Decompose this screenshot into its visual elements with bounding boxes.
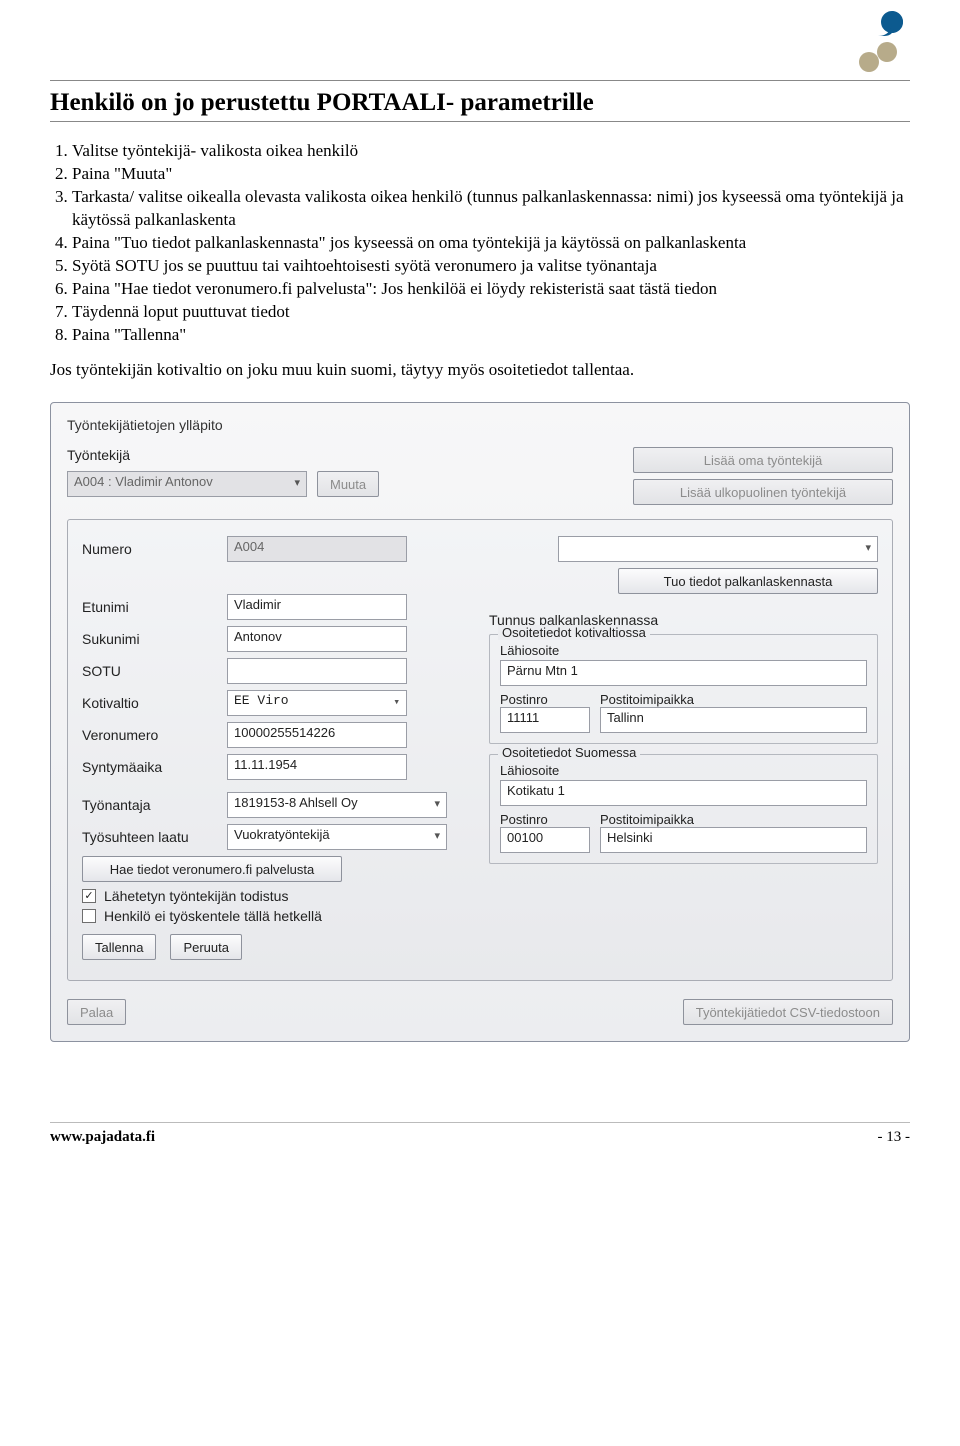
suomi-postinro-field[interactable]: 00100 bbox=[500, 827, 590, 853]
ei-tyoskentele-checkbox[interactable] bbox=[82, 909, 96, 923]
hae-verofi-button[interactable]: Hae tiedot veronumero.fi palvelusta bbox=[82, 856, 342, 882]
instruction-list: Valitse työntekijä- valikosta oikea henk… bbox=[50, 140, 910, 346]
label-tyontekija: Työntekijä bbox=[67, 447, 202, 463]
separator bbox=[50, 80, 910, 81]
step-item: Paina "Tallenna" bbox=[72, 324, 910, 347]
label-postitmp-suomi: Postitoimipaikka bbox=[600, 812, 867, 827]
koti-postinro-field[interactable]: 11111 bbox=[500, 707, 590, 733]
lahetetyn-todistus-checkbox[interactable] bbox=[82, 889, 96, 903]
label-veronumero: Veronumero bbox=[82, 727, 217, 743]
brand-logo bbox=[855, 10, 905, 81]
page-title: Henkilö on jo perustettu PORTAALI- param… bbox=[50, 89, 910, 117]
label-lahiosoite-suomi: Lähiosoite bbox=[500, 763, 867, 778]
sotu-field[interactable] bbox=[227, 658, 407, 684]
label-tyosuhteen-laatu: Työsuhteen laatu bbox=[82, 829, 217, 845]
label-tyonantaja: Työnantaja bbox=[82, 797, 217, 813]
tyonantaja-select[interactable]: 1819153-8 Ahlsell Oy bbox=[227, 792, 447, 818]
label-sotu: SOTU bbox=[82, 663, 217, 679]
muuta-button[interactable]: Muuta bbox=[317, 471, 379, 497]
step-item: Syötä SOTU jos se puuttuu tai vaihtoehto… bbox=[72, 255, 910, 278]
ei-tyoskentele-label: Henkilö ei työskentele tällä hetkellä bbox=[104, 908, 322, 924]
tyontekija-select[interactable]: A004 : Vladimir Antonov bbox=[67, 471, 307, 497]
step-item: Täydennä loput puuttuvat tiedot bbox=[72, 301, 910, 324]
label-postinro-koti: Postinro bbox=[500, 692, 590, 707]
footer-url: www.pajadata.fi bbox=[50, 1129, 155, 1146]
palaa-button[interactable]: Palaa bbox=[67, 999, 126, 1025]
palkanlask-henkilo-select[interactable] bbox=[558, 536, 878, 562]
label-numero: Numero bbox=[82, 541, 217, 557]
numero-field: A004 bbox=[227, 536, 407, 562]
form-panel: Numero A004 Etunimi Vladimir Sukunimi An… bbox=[67, 519, 893, 981]
osoite-kotivaltio-group: Osoitetiedot kotivaltiossa Lähiosoite Pä… bbox=[489, 634, 878, 744]
tyosuhteen-laatu-select[interactable]: Vuokratyöntekijä bbox=[227, 824, 447, 850]
lisaa-ulko-button[interactable]: Lisää ulkopuolinen työntekijä bbox=[633, 479, 893, 505]
step-item: Paina "Tuo tiedot palkanlaskennasta" jos… bbox=[72, 232, 910, 255]
tallenna-button[interactable]: Tallenna bbox=[82, 934, 156, 960]
koti-postitmp-field[interactable]: Tallinn bbox=[600, 707, 867, 733]
footer-pagenum: - 13 - bbox=[878, 1129, 911, 1146]
peruuta-button[interactable]: Peruuta bbox=[170, 934, 242, 960]
veronumero-field[interactable]: 10000255514226 bbox=[227, 722, 407, 748]
label-etunimi: Etunimi bbox=[82, 599, 217, 615]
lahetetyn-todistus-label: Lähetetyn työntekijän todistus bbox=[104, 888, 288, 904]
label-syntymaaika: Syntymäaika bbox=[82, 759, 217, 775]
label-lahiosoite-koti: Lähiosoite bbox=[500, 643, 867, 658]
suomi-postitmp-field[interactable]: Helsinki bbox=[600, 827, 867, 853]
note-text: Jos työntekijän kotivaltio on joku muu k… bbox=[50, 360, 910, 380]
etunimi-field[interactable]: Vladimir bbox=[227, 594, 407, 620]
label-kotivaltio: Kotivaltio bbox=[82, 695, 217, 711]
syntymaaika-field[interactable]: 11.11.1954 bbox=[227, 754, 407, 780]
label-sukunimi: Sukunimi bbox=[82, 631, 217, 647]
lisaa-oma-button[interactable]: Lisää oma työntekijä bbox=[633, 447, 893, 473]
panel-title: Työntekijätietojen ylläpito bbox=[67, 417, 893, 433]
step-item: Valitse työntekijä- valikosta oikea henk… bbox=[72, 140, 910, 163]
osoite-koti-title: Osoitetiedot kotivaltiossa bbox=[498, 625, 650, 640]
suomi-lahiosoite-field[interactable]: Kotikatu 1 bbox=[500, 780, 867, 806]
kotivaltio-select[interactable]: EE Viro bbox=[227, 690, 407, 716]
sukunimi-field[interactable]: Antonov bbox=[227, 626, 407, 652]
page-footer: www.pajadata.fi - 13 - bbox=[50, 1122, 910, 1146]
koti-lahiosoite-field[interactable]: Pärnu Mtn 1 bbox=[500, 660, 867, 686]
osoite-suomi-group: Osoitetiedot Suomessa Lähiosoite Kotikat… bbox=[489, 754, 878, 864]
osoite-suomi-title: Osoitetiedot Suomessa bbox=[498, 745, 640, 760]
step-item: Tarkasta/ valitse oikealla olevasta vali… bbox=[72, 186, 910, 232]
csv-button[interactable]: Työntekijätiedot CSV-tiedostoon bbox=[683, 999, 893, 1025]
separator bbox=[50, 121, 910, 122]
app-panel: Työntekijätietojen ylläpito Työntekijä A… bbox=[50, 402, 910, 1042]
tuo-palkanlask-button[interactable]: Tuo tiedot palkanlaskennasta bbox=[618, 568, 878, 594]
step-item: Paina "Muuta" bbox=[72, 163, 910, 186]
label-postinro-suomi: Postinro bbox=[500, 812, 590, 827]
label-postitmp-koti: Postitoimipaikka bbox=[600, 692, 867, 707]
step-item: Paina "Hae tiedot veronumero.fi palvelus… bbox=[72, 278, 910, 301]
